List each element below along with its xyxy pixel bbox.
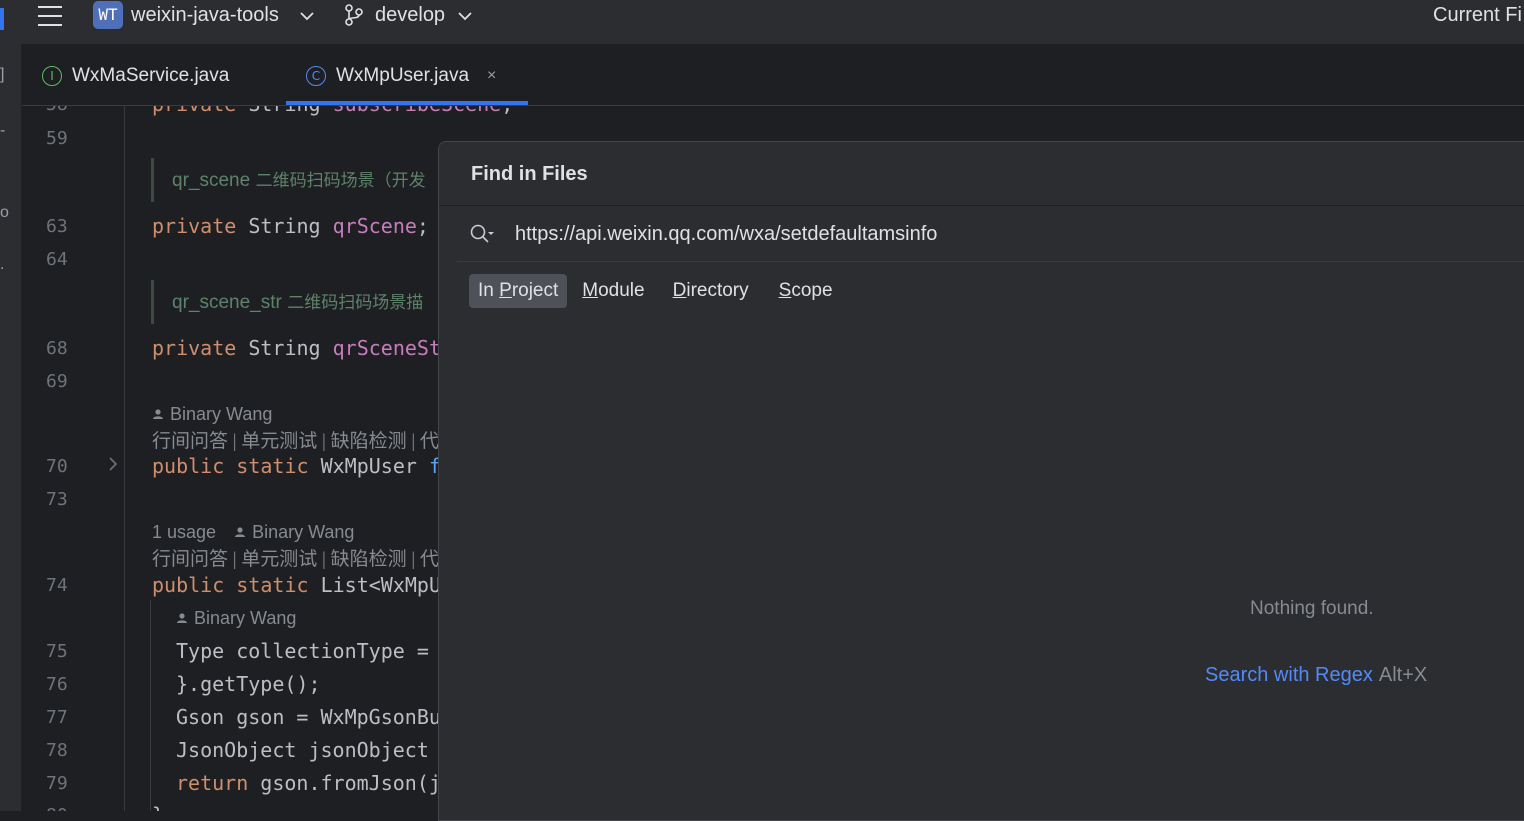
tab-label: WxMpUser.java xyxy=(336,65,470,86)
line-number: 70 xyxy=(46,456,68,477)
tab-wxmpuser[interactable]: C WxMpUser.java × xyxy=(306,62,496,90)
ai-inlay-actions[interactable]: 行间问答 | 单元测试 | 缺陷检测 | 代 xyxy=(152,544,439,571)
line-number: 77 xyxy=(46,707,68,728)
search-input[interactable] xyxy=(515,218,1415,250)
search-row xyxy=(439,206,1524,262)
dialog-title: Find in Files xyxy=(471,163,588,185)
current-file-selector[interactable]: Current Fi xyxy=(1433,4,1522,27)
code-line: } xyxy=(152,803,164,811)
line-number: 58 xyxy=(46,106,94,115)
code-line: JsonObject jsonObject xyxy=(176,738,441,762)
line-number: 80 xyxy=(46,805,94,811)
code-line: return gson.fromJson(j xyxy=(176,771,441,795)
line-number: 74 xyxy=(46,575,68,596)
author-hint[interactable]: Binary Wang xyxy=(152,404,272,425)
interface-icon: I xyxy=(42,66,62,86)
gutter-divider xyxy=(124,106,125,811)
doc-comment: qr_scene_str 二维码扫码场景描 xyxy=(172,292,424,313)
tab-wxmaservice[interactable]: I WxMaService.java xyxy=(42,62,229,90)
line-number: 75 xyxy=(46,641,68,662)
project-badge[interactable]: WT xyxy=(93,1,123,29)
search-icon[interactable] xyxy=(469,223,495,245)
line-number: 78 xyxy=(46,740,68,761)
tool-window-icon[interactable]: o xyxy=(0,204,9,222)
code-line: private String qrScene; xyxy=(152,214,429,238)
find-in-files-dialog: Find in Files In Project Module Director… xyxy=(438,141,1524,821)
doc-comment: qr_scene 二维码扫码场景（开发 xyxy=(172,170,426,191)
scope-module[interactable]: Module xyxy=(573,274,653,308)
project-name[interactable]: weixin-java-tools xyxy=(131,4,279,27)
code-line: public static WxMpUser f xyxy=(152,454,442,478)
person-icon xyxy=(152,404,164,425)
code-line: }.getType(); xyxy=(176,672,321,696)
line-number: 79 xyxy=(46,773,68,794)
doc-comment-bar xyxy=(151,280,154,324)
indent-guide xyxy=(150,600,151,811)
line-number: 73 xyxy=(46,489,68,510)
person-icon xyxy=(176,608,188,629)
author-hint[interactable]: Binary Wang xyxy=(176,608,296,629)
code-line: private String qrSceneSt xyxy=(152,336,441,360)
scope-directory[interactable]: Directory xyxy=(664,274,758,308)
line-number: 59 xyxy=(46,128,68,149)
left-tool-strip: ] - o . xyxy=(0,44,22,811)
scope-tabs: In Project Module Directory Scope xyxy=(469,274,842,308)
editor-tabs: I WxMaService.java C WxMpUser.java × xyxy=(22,44,1524,106)
tool-window-icon[interactable]: ] xyxy=(0,66,4,84)
code-line: Gson gson = WxMpGsonBu xyxy=(176,705,441,729)
search-with-regex-link[interactable]: Search with Regex xyxy=(1205,664,1373,686)
ai-inlay-actions[interactable]: 行间问答 | 单元测试 | 缺陷检测 | 代 xyxy=(152,426,439,453)
line-number: 76 xyxy=(46,674,68,695)
class-icon: C xyxy=(306,66,326,86)
chevron-down-icon[interactable] xyxy=(300,8,314,24)
line-number: 63 xyxy=(46,216,68,237)
code-line: Type collectionType = xyxy=(176,639,441,663)
line-number: 64 xyxy=(46,249,68,270)
title-bar: WT weixin-java-tools develop Current Fi xyxy=(0,0,1524,44)
close-icon[interactable]: × xyxy=(487,67,496,85)
active-tab-indicator xyxy=(286,101,528,105)
shortcut-hint: Alt+X xyxy=(1378,664,1428,686)
scope-in-project[interactable]: In Project xyxy=(469,274,568,308)
line-number: 69 xyxy=(46,371,68,392)
empty-results-text: Nothing found. xyxy=(1250,598,1374,619)
divider xyxy=(457,261,1524,262)
tool-window-icon[interactable]: - xyxy=(0,122,5,140)
chevron-down-icon[interactable] xyxy=(458,8,472,24)
scope-custom-scope[interactable]: Scope xyxy=(770,274,842,308)
window-edge-accent xyxy=(0,8,4,30)
usage-hint[interactable]: 1 usage Binary Wang xyxy=(152,522,354,543)
branch-name[interactable]: develop xyxy=(375,4,445,27)
git-branch-icon[interactable] xyxy=(343,3,365,27)
doc-comment-bar xyxy=(151,158,154,202)
fold-chevron-icon[interactable] xyxy=(108,456,118,476)
code-line: public static List<WxMpU xyxy=(152,573,441,597)
hamburger-menu-icon[interactable] xyxy=(36,4,64,28)
line-number: 68 xyxy=(46,338,68,359)
tab-label: WxMaService.java xyxy=(72,65,230,86)
code-line: private String subscribeScene; xyxy=(152,106,513,116)
regex-hint: Search with Regex Alt+X xyxy=(1205,664,1427,687)
person-icon xyxy=(234,522,246,543)
dialog-header[interactable]: Find in Files xyxy=(439,142,1524,206)
tool-window-icon[interactable]: . xyxy=(0,256,4,274)
